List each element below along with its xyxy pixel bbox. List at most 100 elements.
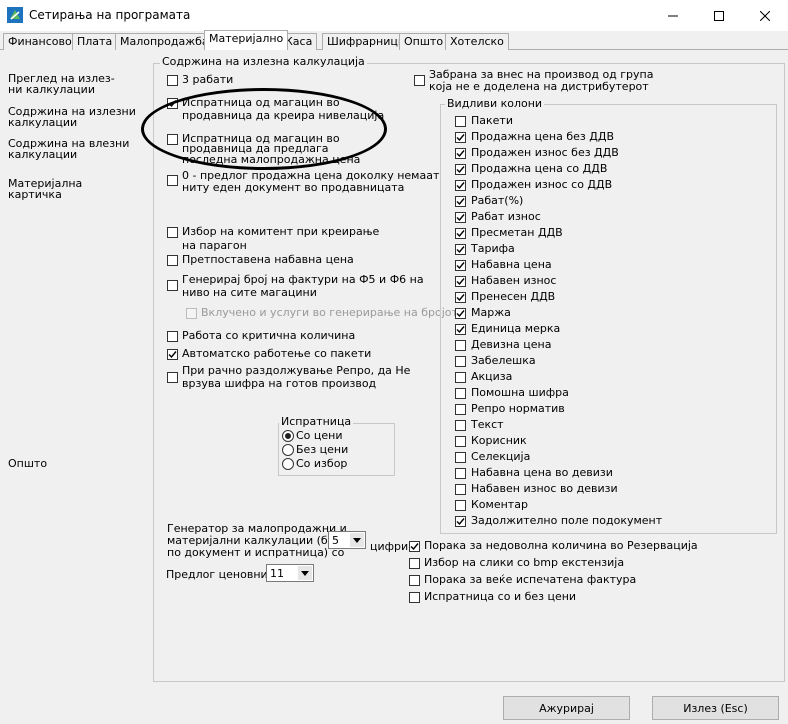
maximize-icon xyxy=(714,10,724,21)
restrict-group-checkbox[interactable] xyxy=(414,75,425,86)
option-auto-packages-checkbox[interactable] xyxy=(167,349,178,360)
column-checkbox[interactable] xyxy=(455,292,466,303)
nav-item-label: калкулации xyxy=(8,148,78,161)
option-generate-invoice-number-checkbox[interactable] xyxy=(167,280,178,291)
column-checkbox[interactable] xyxy=(455,484,466,495)
option-include-services-checkbox[interactable] xyxy=(186,308,197,319)
column-label: Рабат износ xyxy=(471,210,541,223)
maximize-button[interactable] xyxy=(696,0,742,31)
option-label: ниту еден документ во продавницата xyxy=(182,181,405,194)
printed-invoice-checkbox[interactable] xyxy=(409,575,420,586)
column-checkbox[interactable] xyxy=(455,116,466,127)
tab-maloprodazba[interactable]: Малопродажба xyxy=(115,33,214,50)
column-checkbox[interactable] xyxy=(455,372,466,383)
tab-finansovo[interactable]: Финансово xyxy=(3,33,77,50)
checkmark-icon xyxy=(456,198,465,206)
restrict-label: која не е доделена на дистрибутерот xyxy=(429,80,649,93)
checkmark-icon xyxy=(456,150,465,158)
column-label: Набавен износ во девизи xyxy=(471,482,618,495)
column-checkbox[interactable] xyxy=(455,340,466,351)
column-checkbox[interactable] xyxy=(455,132,466,143)
option-critical-quantity-checkbox[interactable] xyxy=(167,331,178,342)
bottom-option-label: Порака за недоволна количина во Резервац… xyxy=(424,539,698,552)
option-create-leveling-checkbox[interactable] xyxy=(167,98,178,109)
option-manual-repro-checkbox[interactable] xyxy=(167,372,178,383)
shipment-title: Испратница xyxy=(279,415,354,428)
exit-button[interactable]: Излез (Esc) xyxy=(652,696,779,720)
tab-hotelsko[interactable]: Хотелско xyxy=(445,33,509,50)
bmp-images-checkbox[interactable] xyxy=(409,558,420,569)
price-list-label: Предлог ценовник xyxy=(166,568,275,581)
nav-item-output-content[interactable]: Содржина на излезни калкулации xyxy=(8,106,138,128)
column-label: Набавен износ xyxy=(471,274,557,287)
column-checkbox[interactable] xyxy=(455,452,466,463)
nav-item-output-overview[interactable]: Преглед на излез- ни калкулации xyxy=(8,73,138,95)
column-checkbox[interactable] xyxy=(455,516,466,527)
nav-item-general[interactable]: Општо xyxy=(8,458,138,469)
column-checkbox[interactable] xyxy=(455,324,466,335)
tab-plata[interactable]: Плата xyxy=(72,33,118,50)
nav-item-label: ни калкулации xyxy=(8,83,95,96)
option-label: Вклучено и услуги во генерирање на бројо… xyxy=(201,306,458,319)
minimize-icon xyxy=(668,15,678,16)
tab-materijalno[interactable]: Материјално xyxy=(204,30,289,50)
column-label: Акциза xyxy=(471,370,513,383)
option-3-discounts-checkbox[interactable] xyxy=(167,75,178,86)
column-label: Рабат(%) xyxy=(471,194,524,207)
option-label: Испратница од магацин во xyxy=(182,96,340,109)
column-checkbox[interactable] xyxy=(455,164,466,175)
column-checkbox[interactable] xyxy=(455,260,466,271)
nav-item-material-card[interactable]: Материјална картичка xyxy=(8,178,138,200)
option-zero-price-checkbox[interactable] xyxy=(167,175,178,186)
app-icon xyxy=(7,7,23,23)
close-icon xyxy=(760,10,770,21)
column-checkbox[interactable] xyxy=(455,500,466,511)
column-checkbox[interactable] xyxy=(455,212,466,223)
checkmark-icon xyxy=(456,518,465,526)
column-checkbox[interactable] xyxy=(455,356,466,367)
minimize-button[interactable] xyxy=(650,0,696,31)
checkmark-icon xyxy=(456,278,465,286)
option-label: Работа со критична количина xyxy=(182,329,356,342)
group-title: Содржина на излезна калкулација xyxy=(160,55,367,68)
column-checkbox[interactable] xyxy=(455,228,466,239)
column-label: Забелешка xyxy=(471,354,536,367)
option-select-customer-checkbox[interactable] xyxy=(167,227,178,238)
column-label: Продажна цена без ДДВ xyxy=(471,130,614,143)
radio-label: Без цени xyxy=(296,443,349,456)
price-list-select[interactable]: 11 xyxy=(266,564,314,582)
radio-without-prices[interactable] xyxy=(282,444,294,456)
column-checkbox[interactable] xyxy=(455,180,466,191)
checkmark-icon xyxy=(410,543,419,551)
insufficient-qty-checkbox[interactable] xyxy=(409,541,420,552)
close-button[interactable] xyxy=(742,0,788,31)
column-label: Корисник xyxy=(471,434,527,447)
column-label: Набавна цена во девизи xyxy=(471,466,613,479)
option-suggest-last-price-checkbox[interactable] xyxy=(167,134,178,145)
bottom-option-label: Испратница со и без цени xyxy=(424,590,577,603)
column-checkbox[interactable] xyxy=(455,468,466,479)
column-checkbox[interactable] xyxy=(455,404,466,415)
column-checkbox[interactable] xyxy=(455,436,466,447)
digits-select[interactable]: 5 xyxy=(328,531,366,549)
column-checkbox[interactable] xyxy=(455,420,466,431)
tab-opsto[interactable]: Општо xyxy=(399,33,449,50)
tab-sifrarnici[interactable]: Шифрарници xyxy=(322,33,410,50)
price-list-value: 11 xyxy=(270,567,284,580)
option-label: 3 рабати xyxy=(182,73,234,86)
column-checkbox[interactable] xyxy=(455,148,466,159)
radio-with-choice[interactable] xyxy=(282,458,294,470)
shipment-with-without-prices-checkbox[interactable] xyxy=(409,592,420,603)
column-checkbox[interactable] xyxy=(455,244,466,255)
option-default-purchase-price-checkbox[interactable] xyxy=(167,255,178,266)
nav-item-input-content[interactable]: Содржина на влезни калкулации xyxy=(8,138,138,160)
update-button[interactable]: Ажурирај xyxy=(503,696,630,720)
column-checkbox[interactable] xyxy=(455,276,466,287)
radio-with-prices[interactable] xyxy=(282,430,294,442)
column-label: Задолжително поле подокумент xyxy=(471,514,663,527)
column-label: Продажен износ со ДДВ xyxy=(471,178,613,191)
column-checkbox[interactable] xyxy=(455,388,466,399)
column-checkbox[interactable] xyxy=(455,308,466,319)
column-checkbox[interactable] xyxy=(455,196,466,207)
column-label: Тарифа xyxy=(471,242,515,255)
